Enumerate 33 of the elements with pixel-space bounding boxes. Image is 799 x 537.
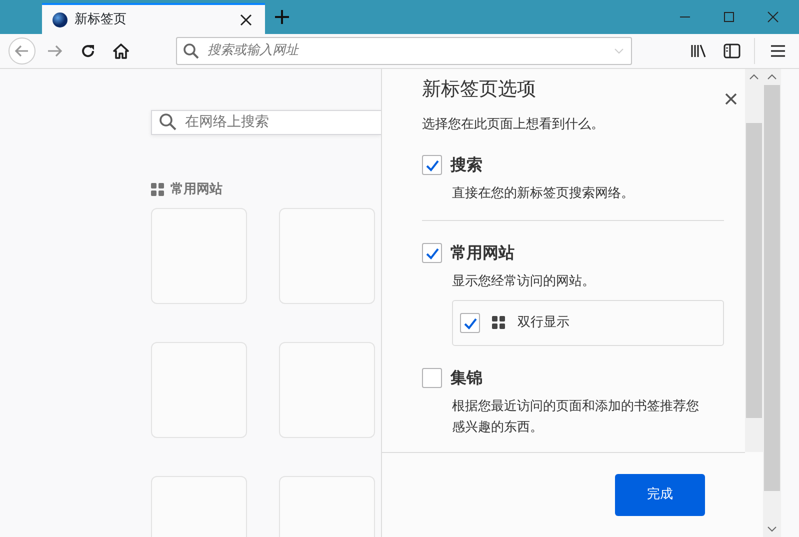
checkbox[interactable] xyxy=(422,242,442,263)
option-description: 根据您最近访问的页面和添加的书签推荐您感兴趣的东西。 xyxy=(452,398,700,437)
site-tile[interactable] xyxy=(279,208,375,304)
section-heading: 常用网站 xyxy=(170,180,222,199)
panel-title: 新标签页选项 xyxy=(422,76,536,102)
back-icon[interactable] xyxy=(6,36,36,66)
globe-icon xyxy=(52,12,68,28)
scrollbar[interactable] xyxy=(763,68,781,537)
site-tile[interactable] xyxy=(151,208,247,304)
web-search-field[interactable]: 在网络上搜索 xyxy=(183,110,374,134)
search-box[interactable]: 在网络上搜索 xyxy=(151,110,381,135)
option-description: 直接在您的新标签页搜索网络。 xyxy=(452,184,635,203)
done-button[interactable]: 完成 xyxy=(615,474,705,516)
checkbox[interactable] xyxy=(422,154,442,175)
option-label: 集锦 xyxy=(450,366,482,389)
option-label: 常用网站 xyxy=(450,242,514,264)
chevron-down-icon xyxy=(614,48,624,54)
checkbox[interactable] xyxy=(422,368,442,388)
scrollbar[interactable] xyxy=(745,68,763,452)
address-bar[interactable]: 搜索或输入网址 xyxy=(176,36,632,65)
grid-icon xyxy=(492,316,505,330)
site-tile[interactable] xyxy=(151,342,247,438)
search-icon xyxy=(158,113,176,132)
sub-option-label: 双行显示 xyxy=(518,314,570,332)
tab-title: 新标签页 xyxy=(74,10,128,29)
option-description: 显示您经常访问的网站。 xyxy=(452,272,596,291)
site-tile[interactable] xyxy=(279,342,375,438)
grid-icon xyxy=(151,183,164,196)
option-label: 搜索 xyxy=(450,154,482,176)
checkbox[interactable] xyxy=(460,312,480,333)
search-icon xyxy=(183,42,199,59)
panel-subtitle: 选择您在此页面上想看到什么。 xyxy=(422,116,605,134)
browser-tab[interactable]: 新标签页 xyxy=(42,3,265,34)
